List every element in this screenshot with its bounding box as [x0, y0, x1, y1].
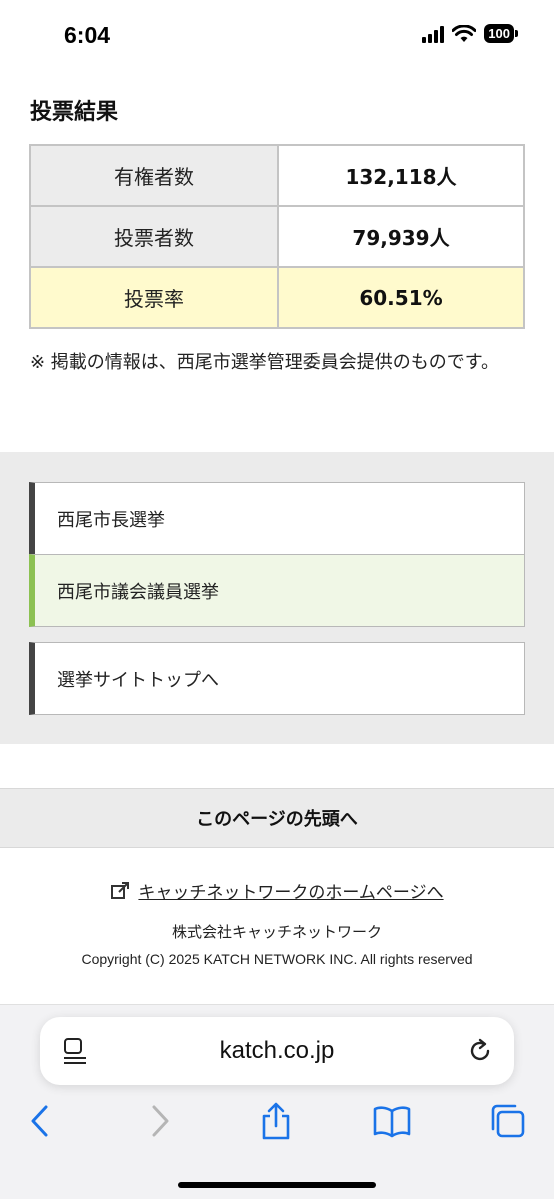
cellular-signal-icon: [422, 25, 445, 43]
tabs-button[interactable]: [488, 1101, 528, 1141]
nav-item-council-election[interactable]: 西尾市議会議員選挙: [29, 554, 525, 627]
battery-icon: 100: [484, 24, 518, 43]
external-link-icon: [111, 881, 130, 899]
copyright: Copyright (C) 2025 KATCH NETWORK INC. Al…: [81, 951, 473, 967]
share-icon: [262, 1102, 290, 1140]
forward-button[interactable]: [140, 1101, 180, 1141]
row-label: 投票率: [29, 266, 279, 329]
chevron-left-icon: [31, 1105, 48, 1137]
nav-item-label: 選挙サイトトップへ: [57, 669, 219, 691]
bookmarks-button[interactable]: [372, 1101, 412, 1141]
table-row-turnout: 投票率 60.51%: [29, 266, 525, 329]
battery-level: 100: [484, 24, 514, 43]
back-button[interactable]: [20, 1101, 60, 1141]
nav-item-label: 西尾市議会議員選挙: [57, 581, 219, 603]
address-bar[interactable]: katch.co.jp: [40, 1017, 514, 1085]
election-nav: 西尾市長選挙 西尾市議会議員選挙 選挙サイトトップへ: [0, 452, 554, 744]
status-icons: 100: [422, 24, 518, 43]
row-label: 投票者数: [29, 205, 279, 268]
nav-item-mayor-election[interactable]: 西尾市長選挙: [29, 482, 525, 555]
status-time: 6:04: [64, 22, 111, 48]
row-value: 79,939人: [277, 205, 525, 268]
reload-icon[interactable]: [466, 1037, 494, 1065]
company-name: 株式会社キャッチネットワーク: [171, 923, 382, 941]
status-bar: 6:04 100: [0, 0, 554, 76]
home-indicator[interactable]: [178, 1182, 376, 1188]
chevron-right-icon: [152, 1105, 169, 1137]
tabs-icon: [491, 1104, 525, 1138]
book-icon: [373, 1106, 411, 1138]
table-row: 有権者数 132,118人: [29, 144, 525, 207]
url-text: katch.co.jp: [219, 1037, 335, 1064]
row-value: 60.51%: [277, 266, 525, 329]
browser-toolbar: katch.co.jp: [0, 1004, 554, 1199]
nav-item-label: 西尾市長選挙: [57, 509, 165, 531]
share-button[interactable]: [256, 1101, 296, 1141]
wifi-icon: [452, 24, 477, 42]
table-row: 投票者数 79,939人: [29, 205, 525, 268]
homepage-link[interactable]: キャッチネットワークのホームページへ: [0, 878, 554, 903]
homepage-link-text: キャッチネットワークのホームページへ: [138, 883, 444, 903]
results-title: 投票結果: [30, 100, 119, 125]
row-label: 有権者数: [29, 144, 279, 207]
row-value: 132,118人: [277, 144, 525, 207]
source-note: ※ 掲載の情報は、西尾市選挙管理委員会提供のものです。: [30, 352, 500, 373]
page-top-label: このページの先頭へ: [196, 809, 358, 830]
page-top-button[interactable]: このページの先頭へ: [0, 788, 554, 848]
results-table: 有権者数 132,118人 投票者数 79,939人 投票率 60.51%: [29, 144, 525, 329]
nav-item-election-top[interactable]: 選挙サイトトップへ: [29, 642, 525, 715]
